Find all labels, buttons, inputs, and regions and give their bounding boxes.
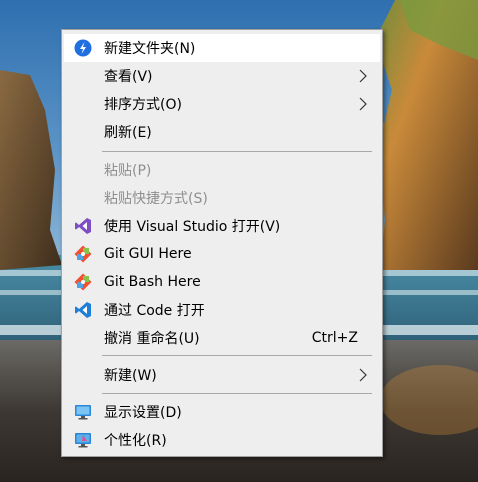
menu-item-label: 显示设置(D) <box>104 405 182 421</box>
menu-item-git-bash[interactable]: Git Bash Here <box>64 268 380 296</box>
git-bash-icon <box>74 273 92 291</box>
new-folder-icon <box>74 39 92 57</box>
menu-item-view[interactable]: 查看(V) <box>64 62 380 90</box>
chevron-right-icon <box>359 97 367 111</box>
menu-item-label: Git GUI Here <box>104 246 192 262</box>
vscode-icon <box>75 302 91 318</box>
visual-studio-icon <box>75 218 91 234</box>
menu-separator <box>102 355 372 356</box>
menu-item-paste-shortcut[interactable]: 粘贴快捷方式(S) <box>64 184 380 212</box>
menu-item-undo-rename[interactable]: 撤消 重命名(U) Ctrl+Z <box>64 324 380 352</box>
context-menu: 新建文件夹(N) 查看(V) 排序方式(O) 刷新(E) 粘贴(P) 粘贴快捷方… <box>61 29 383 457</box>
menu-item-label: 撤消 重命名(U) <box>104 331 200 347</box>
menu-item-new-folder[interactable]: 新建文件夹(N) <box>64 34 380 62</box>
menu-item-label: 个性化(R) <box>104 433 167 449</box>
menu-item-display-settings[interactable]: 显示设置(D) <box>64 398 380 426</box>
menu-item-git-gui[interactable]: Git GUI Here <box>64 240 380 268</box>
menu-item-label: Git Bash Here <box>104 274 201 290</box>
menu-separator <box>102 151 372 152</box>
menu-item-personalize[interactable]: 个性化(R) <box>64 426 380 454</box>
git-gui-icon <box>74 245 92 263</box>
menu-item-new[interactable]: 新建(W) <box>64 361 380 389</box>
menu-item-shortcut: Ctrl+Z <box>311 330 358 346</box>
menu-item-label: 通过 Code 打开 <box>104 303 205 319</box>
menu-item-label: 使用 Visual Studio 打开(V) <box>104 219 281 235</box>
menu-item-open-with-code[interactable]: 通过 Code 打开 <box>64 296 380 324</box>
menu-item-label: 新建(W) <box>104 368 157 384</box>
chevron-right-icon <box>359 368 367 382</box>
display-settings-icon <box>75 405 91 420</box>
menu-item-label: 排序方式(O) <box>104 97 182 113</box>
menu-item-label: 粘贴(P) <box>104 163 152 179</box>
menu-item-sort-by[interactable]: 排序方式(O) <box>64 90 380 118</box>
menu-separator <box>102 393 372 394</box>
menu-item-paste[interactable]: 粘贴(P) <box>64 156 380 184</box>
menu-item-label: 查看(V) <box>104 69 153 85</box>
menu-item-label: 新建文件夹(N) <box>104 41 196 57</box>
menu-item-refresh[interactable]: 刷新(E) <box>64 118 380 146</box>
menu-item-label: 刷新(E) <box>104 125 152 141</box>
menu-item-label: 粘贴快捷方式(S) <box>104 191 208 207</box>
menu-item-open-visual-studio[interactable]: 使用 Visual Studio 打开(V) <box>64 212 380 240</box>
personalize-icon <box>75 433 91 448</box>
chevron-right-icon <box>359 69 367 83</box>
